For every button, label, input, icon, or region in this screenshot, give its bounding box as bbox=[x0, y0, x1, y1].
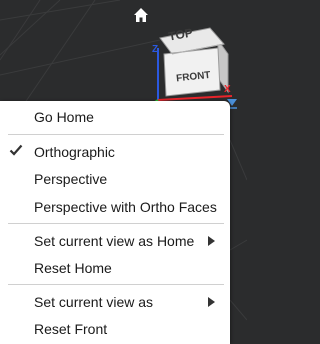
menu-item-label: Go Home bbox=[34, 109, 94, 125]
menu-item-reset-front[interactable]: Reset Front bbox=[0, 316, 230, 343]
submenu-arrow-icon bbox=[208, 236, 215, 246]
menu-item-perspective[interactable]: Perspective bbox=[0, 166, 230, 193]
menu-item-reset-home[interactable]: Reset Home bbox=[0, 255, 230, 282]
axis-x-line bbox=[157, 95, 233, 101]
menu-item-label: Reset Home bbox=[34, 260, 112, 276]
menu-item-go-home[interactable]: Go Home bbox=[0, 104, 230, 131]
menu-divider bbox=[8, 284, 224, 285]
menu-item-label: Reset Front bbox=[34, 321, 108, 337]
menu-divider bbox=[8, 134, 224, 135]
menu-item-label: Orthographic bbox=[34, 144, 115, 160]
home-icon[interactable] bbox=[130, 4, 152, 26]
axis-z-label: Z bbox=[152, 44, 158, 55]
axis-x-label: X bbox=[224, 84, 231, 95]
menu-item-label: Set current view as Home bbox=[34, 233, 195, 249]
menu-item-perspective-ortho-faces[interactable]: Perspective with Ortho Faces bbox=[0, 194, 230, 221]
menu-item-label: Perspective with Ortho Faces bbox=[34, 199, 217, 215]
menu-divider bbox=[8, 223, 224, 224]
menu-item-set-current-view-home[interactable]: Set current view as Home bbox=[0, 228, 230, 255]
submenu-arrow-icon bbox=[208, 297, 215, 307]
checkmark-icon bbox=[9, 143, 23, 157]
viewcube-context-menu: Go Home Orthographic Perspective Perspec… bbox=[0, 101, 230, 344]
menu-item-label: Set current view as bbox=[34, 294, 154, 310]
menu-item-set-current-view-as[interactable]: Set current view as bbox=[0, 289, 230, 316]
menu-item-orthographic[interactable]: Orthographic bbox=[0, 139, 230, 166]
menu-item-label: Perspective bbox=[34, 171, 108, 187]
